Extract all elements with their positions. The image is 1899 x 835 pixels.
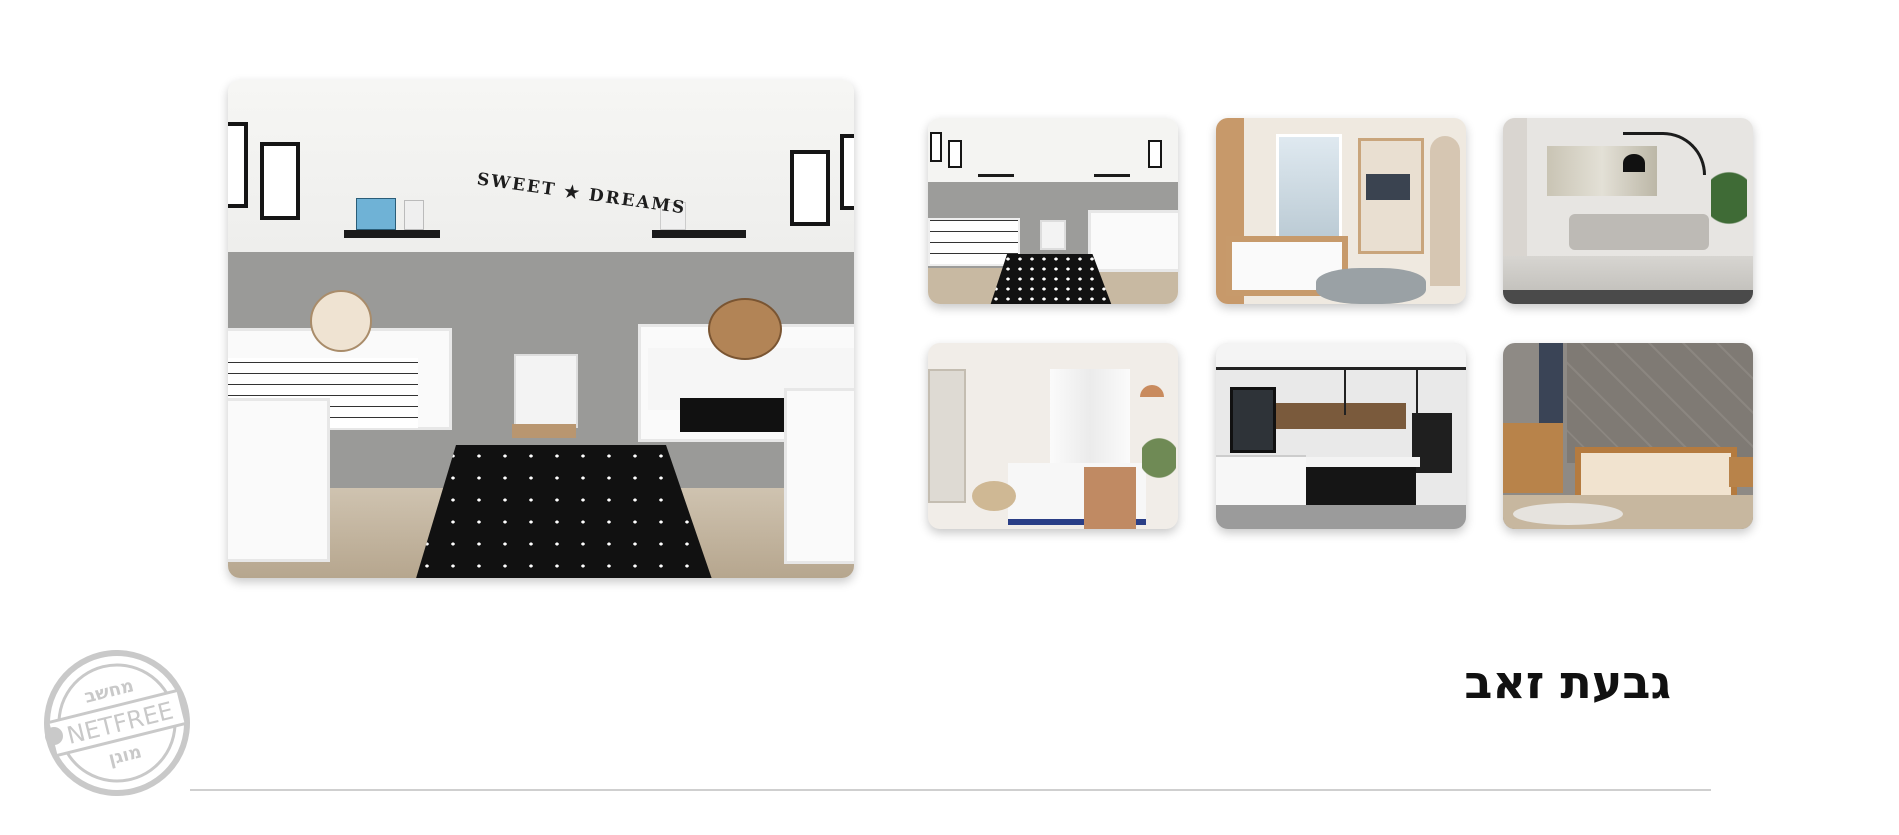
black-cross-rug: [990, 254, 1112, 304]
thumbnail-bedroom-wood[interactable]: [1503, 343, 1753, 529]
stamp-bottom-text: מוגן: [106, 741, 144, 769]
netfree-stamp-logo: מחשב NETFREE מוגן: [44, 650, 190, 796]
thumbnail-bunk-room[interactable]: [1216, 118, 1466, 304]
lower-cabinets: [1216, 455, 1306, 507]
wooden-dresser: [1503, 423, 1563, 493]
bear-plush: [708, 298, 782, 360]
wall-shelf: [978, 174, 1014, 177]
bed-right: [1088, 210, 1178, 272]
pouf: [972, 481, 1016, 511]
ceiling: [1216, 343, 1466, 370]
thumbnail-kids-room[interactable]: [928, 118, 1178, 304]
window: [1276, 134, 1342, 250]
wall-frame: [948, 140, 962, 168]
letter-decor: [404, 200, 424, 230]
bed-right-foot: [784, 388, 854, 564]
arched-mirror: [1430, 136, 1460, 286]
shield-icon: [45, 727, 63, 745]
wall-frame: [840, 134, 854, 210]
section-divider: [190, 789, 1711, 791]
pendant-lamp: [1140, 385, 1164, 397]
rug: [1316, 268, 1426, 304]
wall-upper: [228, 80, 854, 252]
nightstand-base: [512, 424, 576, 438]
wall-frame: [260, 142, 300, 220]
wall-shelf: [344, 230, 440, 238]
curtain: [1503, 118, 1527, 258]
neighborhood-title: גבעת זאב: [1464, 655, 1671, 709]
window: [1230, 387, 1276, 453]
wall-shelf: [1094, 174, 1130, 177]
black-cross-rug: [414, 445, 714, 578]
throw-blanket: [1084, 467, 1136, 529]
bed-left-foot: [228, 398, 330, 562]
lamp-shade: [1623, 154, 1645, 172]
floor-strip: [1503, 290, 1753, 304]
rug: [1513, 503, 1623, 525]
tv: [1366, 174, 1410, 200]
deer-plush: [310, 290, 372, 352]
thumbnail-living-room[interactable]: [1503, 118, 1753, 304]
mirror: [928, 369, 966, 503]
floor: [1216, 505, 1466, 529]
nightstand: [1040, 220, 1066, 250]
wall-frame: [1148, 140, 1162, 168]
book: [356, 198, 396, 230]
wall-frame: [790, 150, 830, 226]
sectional-sofa: [1569, 214, 1709, 250]
plant: [1142, 413, 1176, 503]
kitchen-island: [1306, 463, 1416, 511]
wall-upper: [928, 118, 1178, 182]
thumbnail-kitchen[interactable]: [1216, 343, 1466, 529]
wall-frame: [228, 122, 248, 208]
nightstand: [514, 354, 578, 428]
thumbnail-bedroom-white[interactable]: [928, 343, 1178, 529]
nightstand: [1729, 457, 1753, 487]
wall-frame: [930, 132, 942, 162]
window-curtain: [1050, 369, 1130, 465]
pendant-lights: [1344, 369, 1418, 415]
wall-panel: [1567, 343, 1753, 463]
plant: [1711, 158, 1747, 258]
main-photo[interactable]: SWEET ★ DREAMS: [228, 80, 854, 578]
island-top: [1302, 457, 1420, 467]
wall-shelf: [652, 230, 746, 238]
